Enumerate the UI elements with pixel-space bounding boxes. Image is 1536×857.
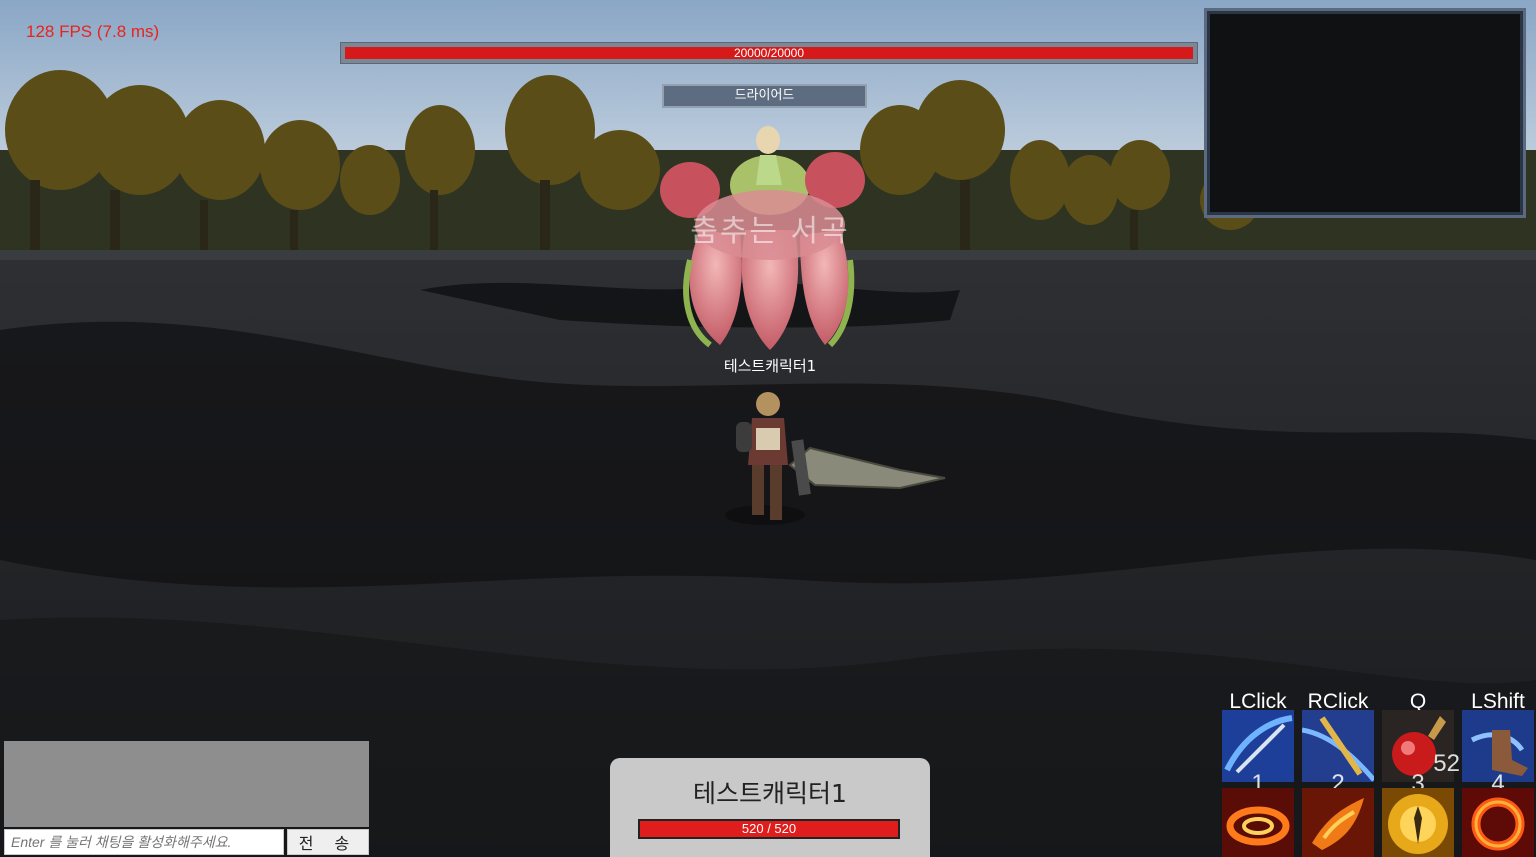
zone-title: 춤추는 서곡: [690, 214, 850, 249]
skill-slot-3[interactable]: [1382, 788, 1454, 857]
player-health-text: 520 / 520: [741, 821, 797, 836]
fire-swirl-icon: [1222, 788, 1294, 857]
boss-health-bar: 20000/20000: [340, 42, 1198, 64]
fire-bird-icon: [1302, 788, 1374, 857]
potion-count: 52: [1433, 750, 1460, 777]
player-name: 테스트캐릭터1: [693, 779, 847, 808]
character-nameplate: 테스트캐릭터1: [723, 357, 817, 375]
fps-counter: 128 FPS (7.8 ms): [26, 22, 160, 41]
chat-send-button[interactable]: 전 송: [287, 829, 369, 855]
boss-health-text: 20000/20000: [733, 46, 805, 60]
player-status-panel: 테스트캐릭터1 520 / 520: [610, 758, 930, 857]
golden-aura-icon: [1382, 788, 1454, 857]
player-health-bar: 520 / 520: [638, 819, 900, 839]
skill-slot-2[interactable]: [1302, 788, 1374, 857]
boss-name-plate: 드라이어드: [662, 84, 867, 108]
minimap[interactable]: [1204, 8, 1526, 218]
chat-input[interactable]: [4, 829, 284, 855]
fire-ring-icon: [1462, 788, 1534, 857]
skill-slot-4[interactable]: [1462, 788, 1534, 857]
chat-log[interactable]: [4, 741, 369, 827]
skill-slot-1[interactable]: [1222, 788, 1294, 857]
